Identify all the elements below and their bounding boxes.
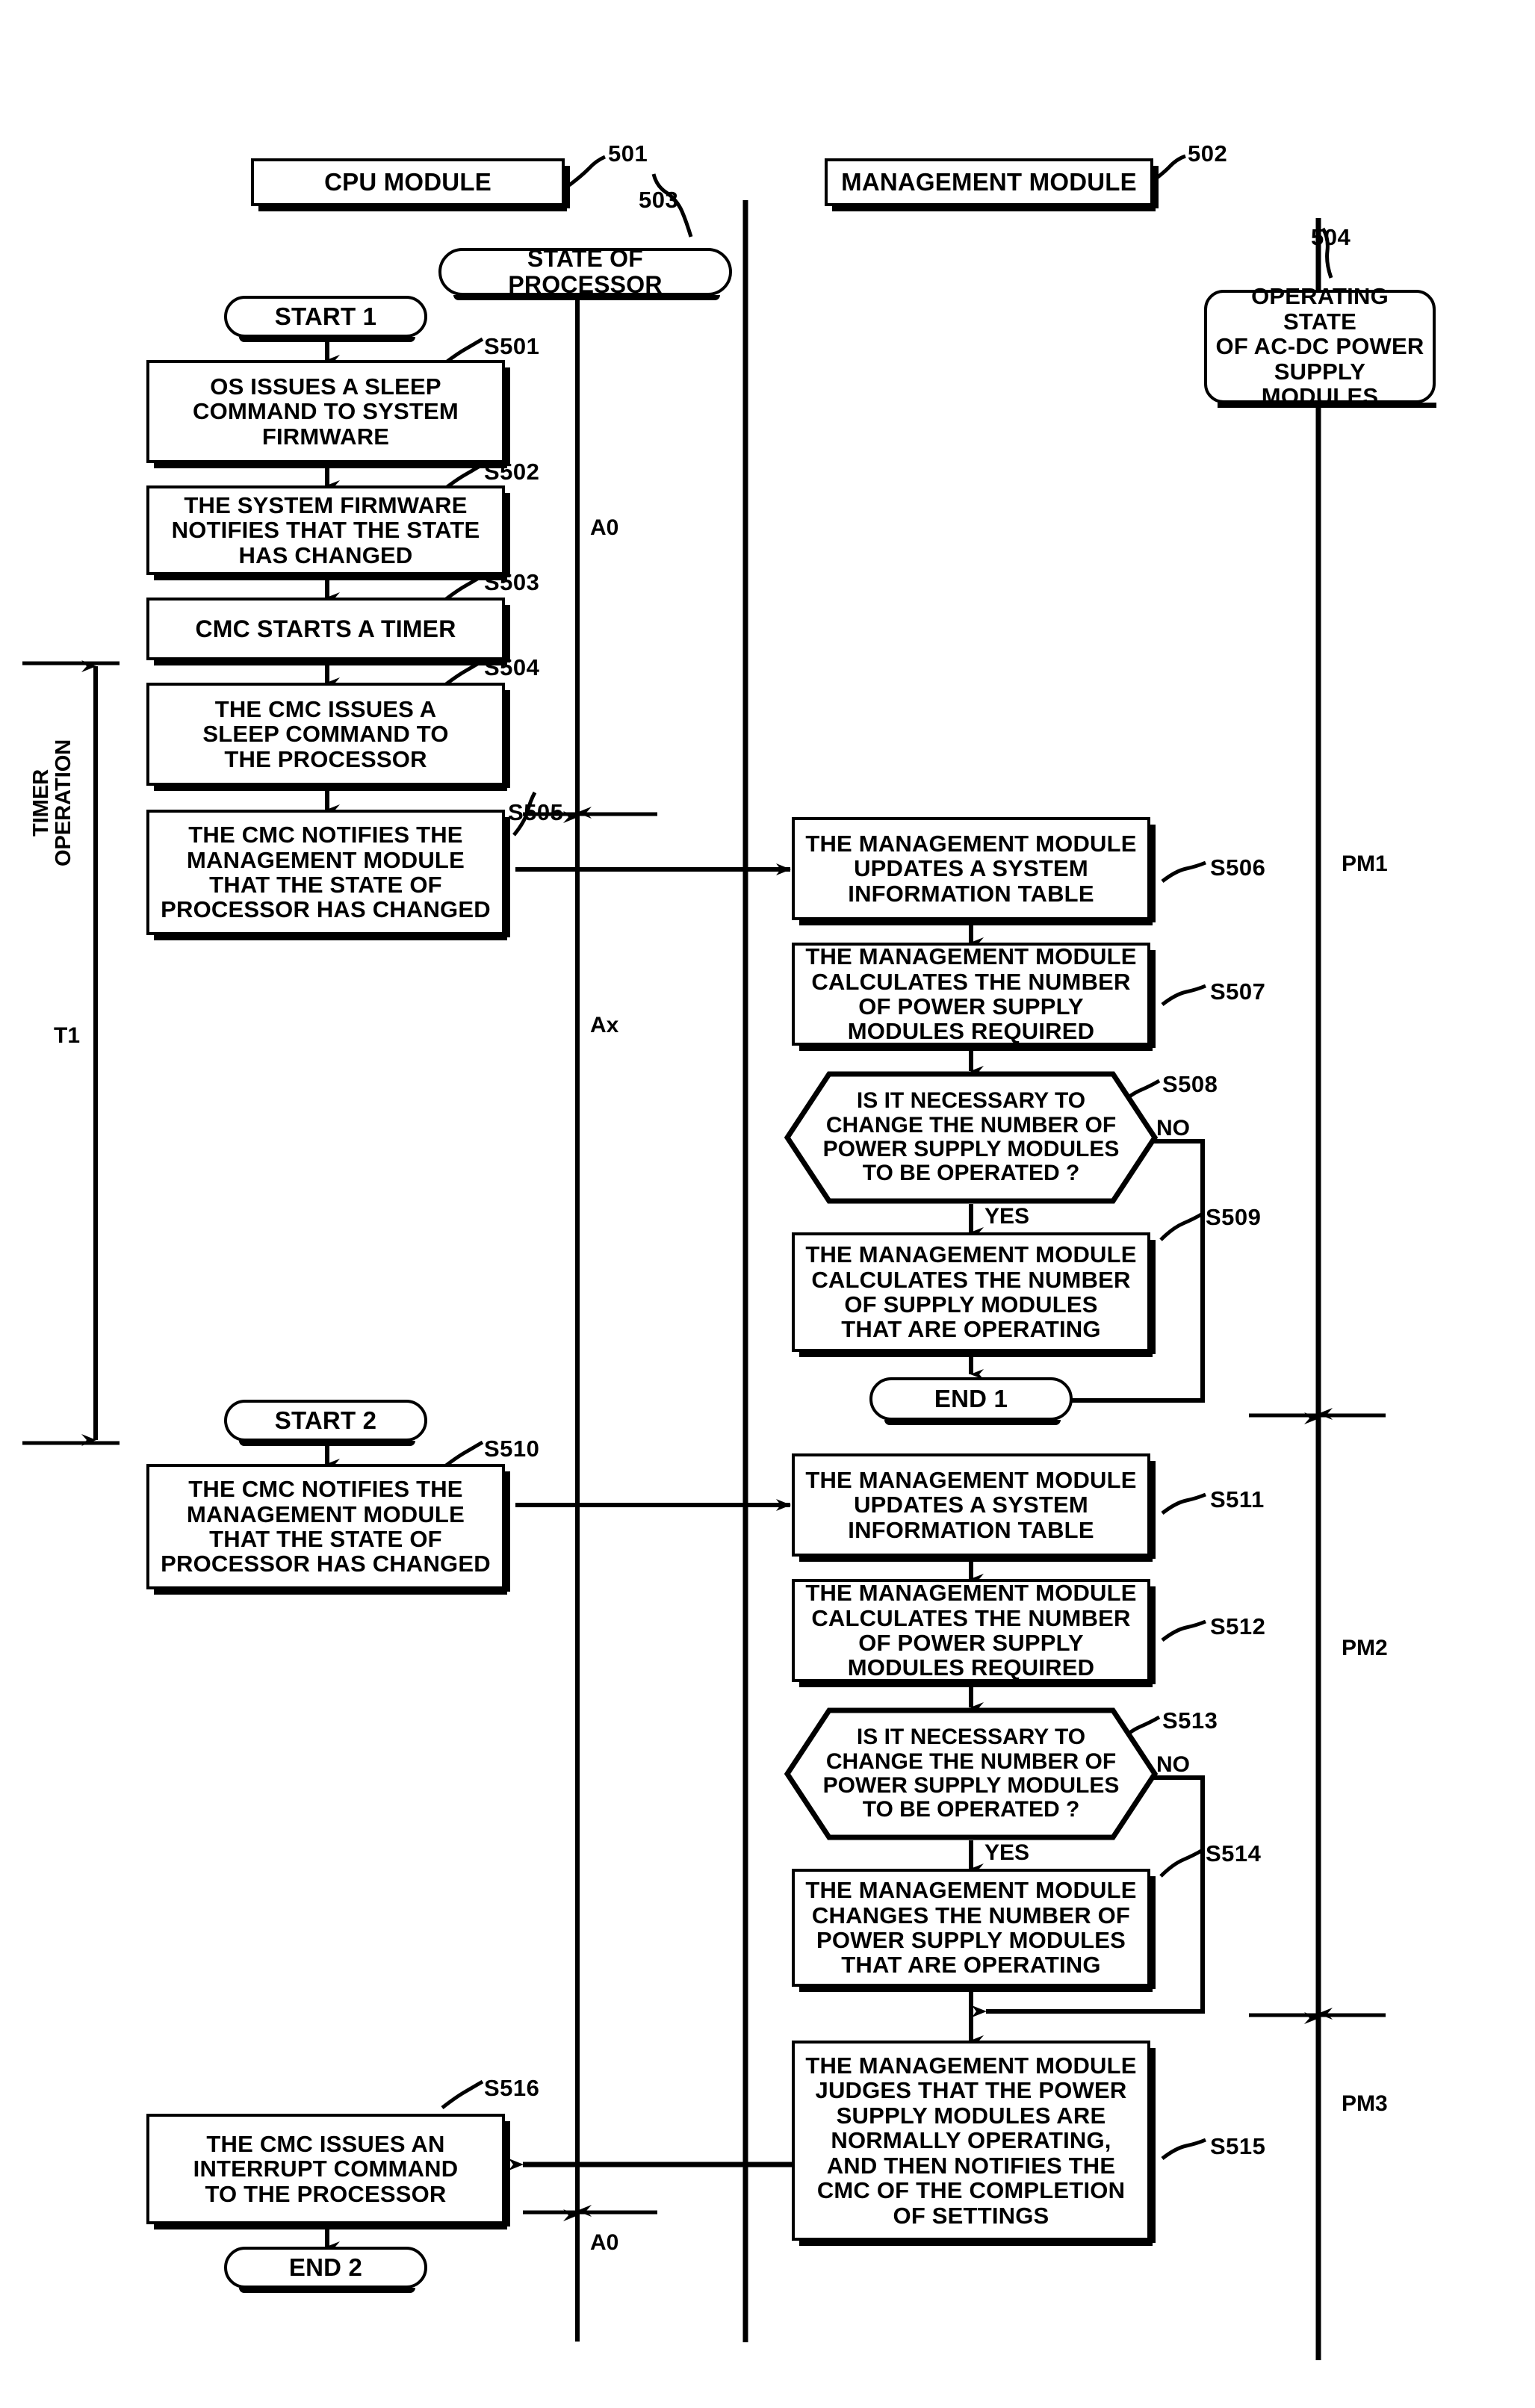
step-ref-s508: S508 xyxy=(1162,1071,1218,1097)
process-s509: THE MANAGEMENT MODULE CALCULATES THE NUM… xyxy=(792,1232,1156,1357)
terminator-start-2-label: START 2 xyxy=(274,1406,377,1435)
process-s510: THE CMC NOTIFIES THE MANAGEMENT MODULE T… xyxy=(146,1464,510,1595)
terminator-end-2-label: END 2 xyxy=(288,2253,363,2282)
step-ref-s514: S514 xyxy=(1206,1840,1262,1866)
process-s511-text: THE MANAGEMENT MODULE UPDATES A SYSTEM I… xyxy=(805,1466,1137,1543)
leader-S511 xyxy=(1161,1492,1206,1515)
process-s516-text: THE CMC ISSUES AN INTERRUPT COMMAND TO T… xyxy=(193,2130,459,2207)
step-ref-s510: S510 xyxy=(484,1436,540,1462)
leader-S516 xyxy=(441,2079,484,2109)
terminator-start-1: START 1 xyxy=(224,296,427,342)
annotation-a0-bottom: A0 xyxy=(590,2230,619,2255)
process-s515-text: THE MANAGEMENT MODULE JUDGES THAT THE PO… xyxy=(805,2052,1137,2229)
process-s505: THE CMC NOTIFIES THE MANAGEMENT MODULE T… xyxy=(146,810,510,940)
annotation-pm2: PM2 xyxy=(1342,1636,1388,1660)
terminator-end-1: END 1 xyxy=(869,1377,1073,1425)
branch-label-s513-no: NO xyxy=(1156,1752,1190,1777)
process-s512-text: THE MANAGEMENT MODULE CALCULATES THE NUM… xyxy=(805,1580,1137,1681)
decision-s513-shape xyxy=(784,1707,1159,1840)
ref-numeral-502: 502 xyxy=(1188,140,1228,167)
process-s509-text: THE MANAGEMENT MODULE CALCULATES THE NUM… xyxy=(805,1241,1137,1343)
terminator-start-1-label: START 1 xyxy=(274,302,377,331)
step-ref-s506: S506 xyxy=(1210,854,1266,881)
terminator-end-2: END 2 xyxy=(224,2247,427,2293)
decision-s508-shape xyxy=(784,1071,1159,1204)
lane-header-management-module: MANAGEMENT MODULE xyxy=(825,158,1159,211)
branch-label-s513-yes: YES xyxy=(984,1840,1030,1865)
process-s515: THE MANAGEMENT MODULE JUDGES THAT THE PO… xyxy=(792,2041,1156,2246)
branch-label-s508-yes: YES xyxy=(984,1204,1030,1229)
step-ref-s515: S515 xyxy=(1210,2133,1266,2159)
process-s505-text: THE CMC NOTIFIES THE MANAGEMENT MODULE T… xyxy=(161,822,491,923)
leader-501 xyxy=(568,155,607,187)
annotation-pm3: PM3 xyxy=(1342,2091,1388,2116)
process-s507-text: THE MANAGEMENT MODULE CALCULATES THE NUM… xyxy=(805,943,1137,1045)
lane-header-cpu-module-label: CPU MODULE xyxy=(324,168,491,196)
annotation-a0-top: A0 xyxy=(590,515,619,540)
process-s514: THE MANAGEMENT MODULE CHANGES THE NUMBER… xyxy=(792,1869,1156,1992)
step-ref-s511: S511 xyxy=(1210,1486,1265,1512)
process-s503-text: CMC STARTS A TIMER xyxy=(195,615,456,642)
step-ref-s513: S513 xyxy=(1162,1707,1218,1734)
patent-figure-page: CPU MODULE MANAGEMENT MODULE STATE OF PR… xyxy=(0,0,1535,2408)
step-ref-s516: S516 xyxy=(484,2075,540,2101)
process-s501-text: OS ISSUES A SLEEP COMMAND TO SYSTEM FIRM… xyxy=(193,373,459,450)
process-s502-text: THE SYSTEM FIRMWARE NOTIFIES THAT THE ST… xyxy=(171,491,480,568)
process-s514-text: THE MANAGEMENT MODULE CHANGES THE NUMBER… xyxy=(805,1877,1137,1979)
process-s506: THE MANAGEMENT MODULE UPDATES A SYSTEM I… xyxy=(792,817,1156,925)
step-ref-s505: S505 xyxy=(508,799,564,825)
process-s516: THE CMC ISSUES AN INTERRUPT COMMAND TO T… xyxy=(146,2114,510,2229)
lane-header-management-module-label: MANAGEMENT MODULE xyxy=(841,168,1137,196)
leader-S515 xyxy=(1161,2138,1206,2160)
process-s511: THE MANAGEMENT MODULE UPDATES A SYSTEM I… xyxy=(792,1453,1156,1562)
step-ref-s501: S501 xyxy=(484,333,540,359)
leader-S514 xyxy=(1159,1848,1204,1878)
timeline-label-state-of-processor-text: STATE OF PROCESSOR xyxy=(508,245,663,298)
timeline-label-acdc-power-state: OPERATING STATE OF AC-DC POWER SUPPLY MO… xyxy=(1204,284,1436,409)
annotation-t1: T1 xyxy=(54,1023,81,1048)
step-ref-s512: S512 xyxy=(1210,1613,1266,1639)
branch-label-s508-no: NO xyxy=(1156,1116,1190,1141)
timeline-label-state-of-processor: STATE OF PROCESSOR xyxy=(438,245,732,300)
lane-header-cpu-module: CPU MODULE xyxy=(251,158,570,211)
ref-numeral-504: 504 xyxy=(1311,224,1351,250)
process-s503: CMC STARTS A TIMER xyxy=(146,598,510,665)
leader-S509 xyxy=(1159,1211,1204,1241)
process-s507: THE MANAGEMENT MODULE CALCULATES THE NUM… xyxy=(792,943,1156,1051)
process-s512: THE MANAGEMENT MODULE CALCULATES THE NUM… xyxy=(792,1579,1156,1687)
step-ref-s503: S503 xyxy=(484,569,540,595)
ref-numeral-503: 503 xyxy=(639,187,679,213)
process-s510-text: THE CMC NOTIFIES THE MANAGEMENT MODULE T… xyxy=(161,1476,491,1577)
step-ref-s504: S504 xyxy=(484,654,540,680)
step-ref-s502: S502 xyxy=(484,459,540,485)
step-ref-s507: S507 xyxy=(1210,978,1266,1005)
process-s506-text: THE MANAGEMENT MODULE UPDATES A SYSTEM I… xyxy=(805,830,1137,907)
terminator-end-1-label: END 1 xyxy=(934,1385,1008,1413)
decision-s508: IS IT NECESSARY TO CHANGE THE NUMBER OF … xyxy=(784,1071,1159,1204)
leader-S507 xyxy=(1161,984,1206,1006)
leader-S512 xyxy=(1161,1619,1206,1642)
process-s504-text: THE CMC ISSUES A SLEEP COMMAND TO THE PR… xyxy=(202,695,449,772)
process-s504: THE CMC ISSUES A SLEEP COMMAND TO THE PR… xyxy=(146,683,510,791)
leader-S506 xyxy=(1161,860,1206,883)
annotation-ax: Ax xyxy=(590,1013,619,1037)
terminator-start-2: START 2 xyxy=(224,1400,427,1446)
annotation-timer-operation: TIMER OPERATION xyxy=(29,739,76,866)
ref-numeral-501: 501 xyxy=(608,140,648,167)
step-ref-s509: S509 xyxy=(1206,1204,1262,1230)
decision-s513: IS IT NECESSARY TO CHANGE THE NUMBER OF … xyxy=(784,1707,1159,1840)
annotation-pm1: PM1 xyxy=(1342,851,1388,876)
process-s501: OS ISSUES A SLEEP COMMAND TO SYSTEM FIRM… xyxy=(146,360,510,468)
timeline-label-acdc-power-state-text: OPERATING STATE OF AC-DC POWER SUPPLY MO… xyxy=(1215,283,1424,410)
process-s502: THE SYSTEM FIRMWARE NOTIFIES THAT THE ST… xyxy=(146,485,510,580)
